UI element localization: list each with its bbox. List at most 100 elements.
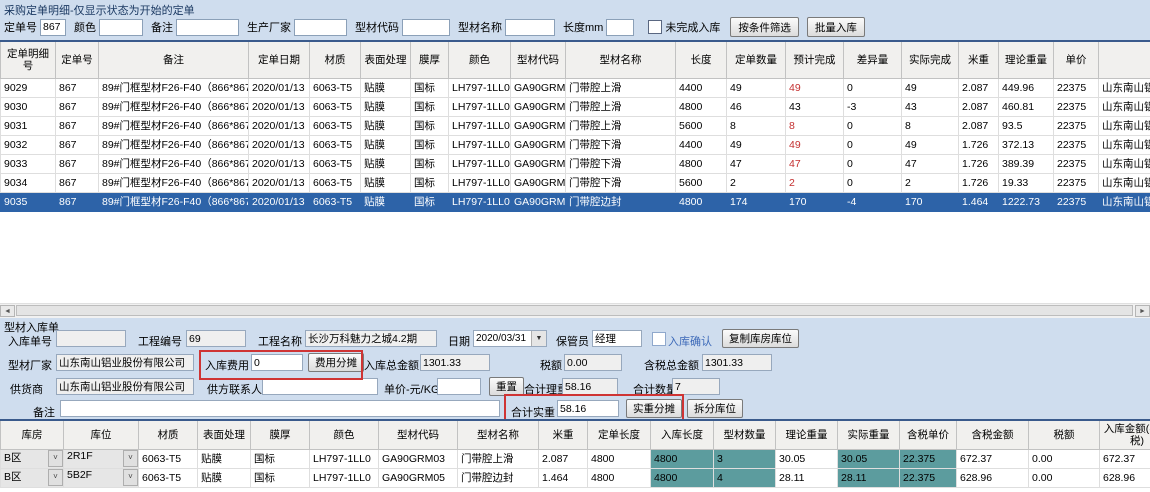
column-header-amount[interactable]: 含税金额 (957, 421, 1029, 449)
cell-id[interactable]: 9034 (1, 173, 56, 192)
column-header-name[interactable]: 型材名称 (566, 42, 676, 78)
cell-film[interactable]: 国标 (411, 116, 449, 135)
cell-supplier[interactable]: 山东南山铝业股份有限公司 (1099, 173, 1150, 192)
cell-qty[interactable]: 49 (727, 78, 786, 97)
cell-expected[interactable]: 170 (786, 192, 844, 211)
factory-input[interactable] (56, 354, 194, 371)
color-input[interactable] (99, 19, 143, 36)
cell-actual[interactable]: 2 (902, 173, 959, 192)
cell-id[interactable]: 9033 (1, 154, 56, 173)
cell-color[interactable]: LH797-1LL0 (310, 449, 379, 468)
cell-color[interactable]: LH797-1LL0 (449, 116, 511, 135)
cell-note[interactable]: 89#门框型材F26-F40（866*867） (99, 173, 249, 192)
dropdown-arrow-icon[interactable]: ˅ (48, 450, 63, 467)
cell-name[interactable]: 门带腔上滑 (566, 78, 676, 97)
inbound-total-input[interactable] (420, 354, 490, 371)
qty-total-input[interactable] (672, 378, 720, 395)
keeper-input[interactable] (592, 330, 642, 347)
column-header-id[interactable]: 定单明细号 (1, 42, 56, 78)
cell-date[interactable]: 2020/01/13 (249, 192, 310, 211)
cell-actual[interactable]: 47 (902, 154, 959, 173)
cell-order_len[interactable]: 4800 (588, 468, 651, 487)
supplier-contact-input[interactable] (262, 378, 378, 395)
column-header-actual[interactable]: 实际重量 (838, 421, 900, 449)
cell-expected[interactable]: 47 (786, 154, 844, 173)
column-header-qty[interactable]: 定单数量 (727, 42, 786, 78)
cell-theory[interactable]: 93.5 (999, 116, 1054, 135)
cell-material[interactable]: 6063-T5 (310, 97, 361, 116)
cell-note[interactable]: 89#门框型材F26-F40（866*867） (99, 192, 249, 211)
cell-note[interactable]: 89#门框型材F26-F40（866*867） (99, 116, 249, 135)
column-header-qty[interactable]: 型材数量 (714, 421, 776, 449)
cell-price[interactable]: 22375 (1054, 154, 1099, 173)
cell-mweight[interactable]: 1.464 (539, 468, 588, 487)
cell-order_no[interactable]: 867 (56, 135, 99, 154)
column-header-theory[interactable]: 理论重量 (999, 42, 1054, 78)
cell-film[interactable]: 国标 (411, 192, 449, 211)
cell-material[interactable]: 6063-T5 (310, 116, 361, 135)
cell-note[interactable]: 89#门框型材F26-F40（866*867） (99, 154, 249, 173)
cell-tax[interactable]: 0.00 (1029, 468, 1100, 487)
cell-surface[interactable]: 贴膜 (361, 97, 411, 116)
cell-theory[interactable]: 28.11 (776, 468, 838, 487)
cell-theory[interactable]: 449.96 (999, 78, 1054, 97)
cell-id[interactable]: 9035 (1, 192, 56, 211)
unit-price-input[interactable] (437, 378, 481, 395)
table-row[interactable]: 903586789#门框型材F26-F40（866*867）2020/01/13… (1, 192, 1150, 211)
column-header-material[interactable]: 材质 (139, 421, 198, 449)
cell-in_len[interactable]: 4800 (651, 468, 714, 487)
date-picker[interactable]: 2020/03/31 ▼ (473, 330, 547, 347)
column-header-note[interactable]: 备注 (99, 42, 249, 78)
cell-price[interactable]: 22375 (1054, 135, 1099, 154)
cell-order_no[interactable]: 867 (56, 78, 99, 97)
column-header-location[interactable]: 库位 (64, 421, 139, 449)
cell-color[interactable]: LH797-1LL0 (449, 173, 511, 192)
cell-supplier[interactable]: 山东南山铝业股份有限公司 (1099, 192, 1150, 211)
cell-name[interactable]: 门带腔下滑 (566, 135, 676, 154)
cell-mweight[interactable]: 1.464 (959, 192, 999, 211)
scrollbar-thumb[interactable] (16, 305, 1133, 316)
inbound-fee-input[interactable] (251, 354, 303, 371)
cell-diff[interactable]: -3 (844, 97, 902, 116)
cell-supplier[interactable]: 山东南山铝业股份有限公司 (1099, 116, 1150, 135)
cell-diff[interactable]: 0 (844, 154, 902, 173)
column-header-color[interactable]: 颜色 (449, 42, 511, 78)
cell-material[interactable]: 6063-T5 (310, 78, 361, 97)
cell-date[interactable]: 2020/01/13 (249, 173, 310, 192)
cell-surface[interactable]: 贴膜 (361, 135, 411, 154)
cell-material[interactable]: 6063-T5 (310, 173, 361, 192)
cell-length[interactable]: 4800 (676, 97, 727, 116)
cell-supplier[interactable]: 山东南山铝业股份有限公司 (1099, 135, 1150, 154)
cell-date[interactable]: 2020/01/13 (249, 154, 310, 173)
cell-mweight[interactable]: 2.087 (539, 449, 588, 468)
cell-surface[interactable]: 贴膜 (361, 78, 411, 97)
cell-code[interactable]: GA90GRM04 (511, 154, 566, 173)
cell-supplier[interactable]: 山东南山铝业股份有限公司 (1099, 154, 1150, 173)
cell-id[interactable]: 9032 (1, 135, 56, 154)
column-header-length[interactable]: 长度 (676, 42, 727, 78)
total-with-tax-input[interactable] (702, 354, 772, 371)
cell-qty[interactable]: 46 (727, 97, 786, 116)
cell-diff[interactable]: 0 (844, 116, 902, 135)
order-no-input[interactable] (40, 19, 66, 36)
cell-mweight[interactable]: 2.087 (959, 116, 999, 135)
cell-mweight[interactable]: 1.726 (959, 154, 999, 173)
cell-material[interactable]: 6063-T5 (310, 135, 361, 154)
cell-actual[interactable]: 8 (902, 116, 959, 135)
split-location-button[interactable]: 拆分库位 (687, 399, 743, 418)
theory-weight-total-input[interactable] (562, 378, 618, 395)
table-row[interactable]: 902986789#门框型材F26-F40（866*867）2020/01/13… (1, 78, 1150, 97)
cell-material[interactable]: 6063-T5 (310, 192, 361, 211)
column-header-in_len[interactable]: 入库长度 (651, 421, 714, 449)
cell-qty[interactable]: 8 (727, 116, 786, 135)
cell-mweight[interactable]: 2.087 (959, 97, 999, 116)
cell-diff[interactable]: 0 (844, 135, 902, 154)
cell-id[interactable]: 9029 (1, 78, 56, 97)
cell-note[interactable]: 89#门框型材F26-F40（866*867） (99, 97, 249, 116)
cell-length[interactable]: 4400 (676, 78, 727, 97)
column-header-code[interactable]: 型材代码 (511, 42, 566, 78)
reset-button[interactable]: 重置 (489, 377, 524, 396)
cell-length[interactable]: 4800 (676, 154, 727, 173)
horizontal-scrollbar[interactable]: ◄ ► (0, 303, 1150, 318)
filter-by-condition-button[interactable]: 按条件筛选 (730, 17, 799, 37)
